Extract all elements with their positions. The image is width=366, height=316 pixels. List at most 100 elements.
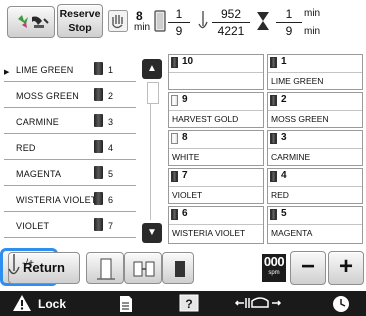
time-total: 9 [285,24,293,38]
speed-display: 000 spm [262,254,286,282]
page-icon[interactable] [118,291,134,316]
sequence-number: 2 [281,94,287,105]
needle-icon [198,11,208,29]
hand-icon [108,10,128,32]
list-item-number: 3 [108,117,114,127]
clock-icon[interactable] [330,291,352,316]
color-swatch [171,133,178,144]
sequence-color-name: HARVEST GOLD [172,114,239,124]
color-swatch [171,95,178,106]
sequence-cell[interactable]: 7 VIOLET [168,168,264,204]
sequence-cell[interactable]: 4 RED [267,168,363,204]
list-item[interactable]: WISTERIA VIOLET 6 [4,186,136,212]
sequence-cell[interactable]: 1 LIME GREEN [267,54,363,90]
spool-icon [94,114,103,127]
needle-icon [8,254,20,275]
stitch-current: 952 [220,7,242,21]
reserve-stop-button[interactable]: Reserve Stop [57,4,103,38]
speed-decrease-button[interactable]: − [290,251,326,285]
color-sequence-grid: 10 9 HARVEST GOLD 8 WHITE 7 VIOLET 6 WIS… [168,54,363,246]
embroidery-machine-button[interactable] [7,6,55,38]
color-index: 1 [175,7,183,21]
list-item-label: CARMINE [16,117,59,127]
color-swatch [270,95,277,106]
sequence-color-name: VIOLET [172,190,203,200]
spool-icon [94,166,103,179]
reserve-stop-label-2: Stop [68,22,92,34]
list-item-number: 6 [108,195,114,205]
color-swatch [171,209,178,220]
color-progress: 1 9 [168,7,190,38]
footer-bar: Lock ? [0,291,366,316]
time-current: 1 [285,7,293,21]
time-current-unit: min [304,8,321,19]
spool-icon [94,140,103,153]
thread-color-list: LIME GREEN 1 MOSS GREEN 2 CARMINE 3 RED … [4,56,136,242]
sequence-color-name: RED [271,190,289,200]
sequence-color-name: CARMINE [271,152,311,162]
stitch-total: 4221 [217,24,245,38]
sequence-cell[interactable]: 3 CARMINE [267,130,363,166]
stitch-position-icon [175,261,185,277]
time-total-unit: min [304,26,321,37]
list-item[interactable]: MAGENTA 5 [4,160,136,186]
sequence-cell[interactable]: 2 MOSS GREEN [267,92,363,128]
sequence-color-name: MOSS GREEN [271,114,329,124]
sequence-number: 9 [182,94,188,105]
frame-move-icon[interactable] [234,291,284,316]
speed-increase-button[interactable]: + [328,251,364,285]
scroll-up-button[interactable]: ▲ [142,59,162,79]
sequence-cell[interactable]: 8 WHITE [168,130,264,166]
frame-move-button[interactable] [124,252,162,284]
speed-unit: spm [268,270,280,276]
scroll-thumb[interactable] [147,82,159,104]
speed-value: 000 [263,254,285,269]
warning-icon [13,295,31,311]
spool-icon [94,88,103,101]
reserve-stop-label-1: Reserve [59,8,101,20]
list-item-label: MOSS GREEN [16,91,80,101]
list-item[interactable]: MOSS GREEN 2 [4,82,136,108]
list-item-number: 2 [108,91,114,101]
thread-cutter-label: -/+ [22,258,34,269]
sequence-number: 1 [281,56,287,67]
machine-icon [18,15,49,28]
spool-icon [94,218,103,231]
list-item-label: LIME GREEN [16,65,74,75]
bottom-toolbar: Return -/+ 000 spm − + [0,248,366,290]
list-item[interactable]: RED 4 [4,134,136,160]
stitch-progress: 952 4221 [212,7,250,38]
sequence-cell[interactable]: 9 HARVEST GOLD [168,92,264,128]
lock-button[interactable]: Lock [0,291,86,316]
stitch-position-button[interactable] [162,252,194,284]
frame-move-icon [133,261,155,277]
sequence-color-name: LIME GREEN [271,76,324,86]
color-total: 9 [175,24,183,38]
color-swatch [270,209,277,220]
list-item-number: 5 [108,169,114,179]
time-progress: 1 9 [276,7,302,38]
list-item-label: RED [16,143,36,153]
svg-text:?: ? [185,297,192,311]
trial-embroidery-button[interactable] [86,252,124,284]
sequence-cell[interactable]: 10 [168,54,264,90]
list-item-number: 1 [108,65,114,75]
sequence-color-name: MAGENTA [271,228,313,238]
triangle-up-icon: ▲ [147,63,157,74]
list-item-label: VIOLET [16,221,50,231]
color-swatch [270,57,277,68]
help-icon[interactable]: ? [178,291,200,316]
list-item[interactable]: CARMINE 3 [4,108,136,134]
spool-icon [94,62,103,75]
scroll-down-button[interactable]: ▼ [142,223,162,243]
list-item[interactable]: VIOLET 7 [4,212,136,238]
sequence-cell[interactable]: 5 MAGENTA [267,206,363,244]
stop-count: 8 [136,9,143,23]
color-swatch [171,57,178,68]
spool-needle-icon [97,258,115,280]
sequence-cell[interactable]: 6 WISTERIA VIOLET [168,206,264,244]
list-item-number: 4 [108,143,114,153]
sequence-number: 10 [182,56,194,67]
status-bar: Reserve Stop 8 min 1 9 952 4221 1 9 min … [0,0,366,46]
list-item[interactable]: LIME GREEN 1 [4,56,136,82]
